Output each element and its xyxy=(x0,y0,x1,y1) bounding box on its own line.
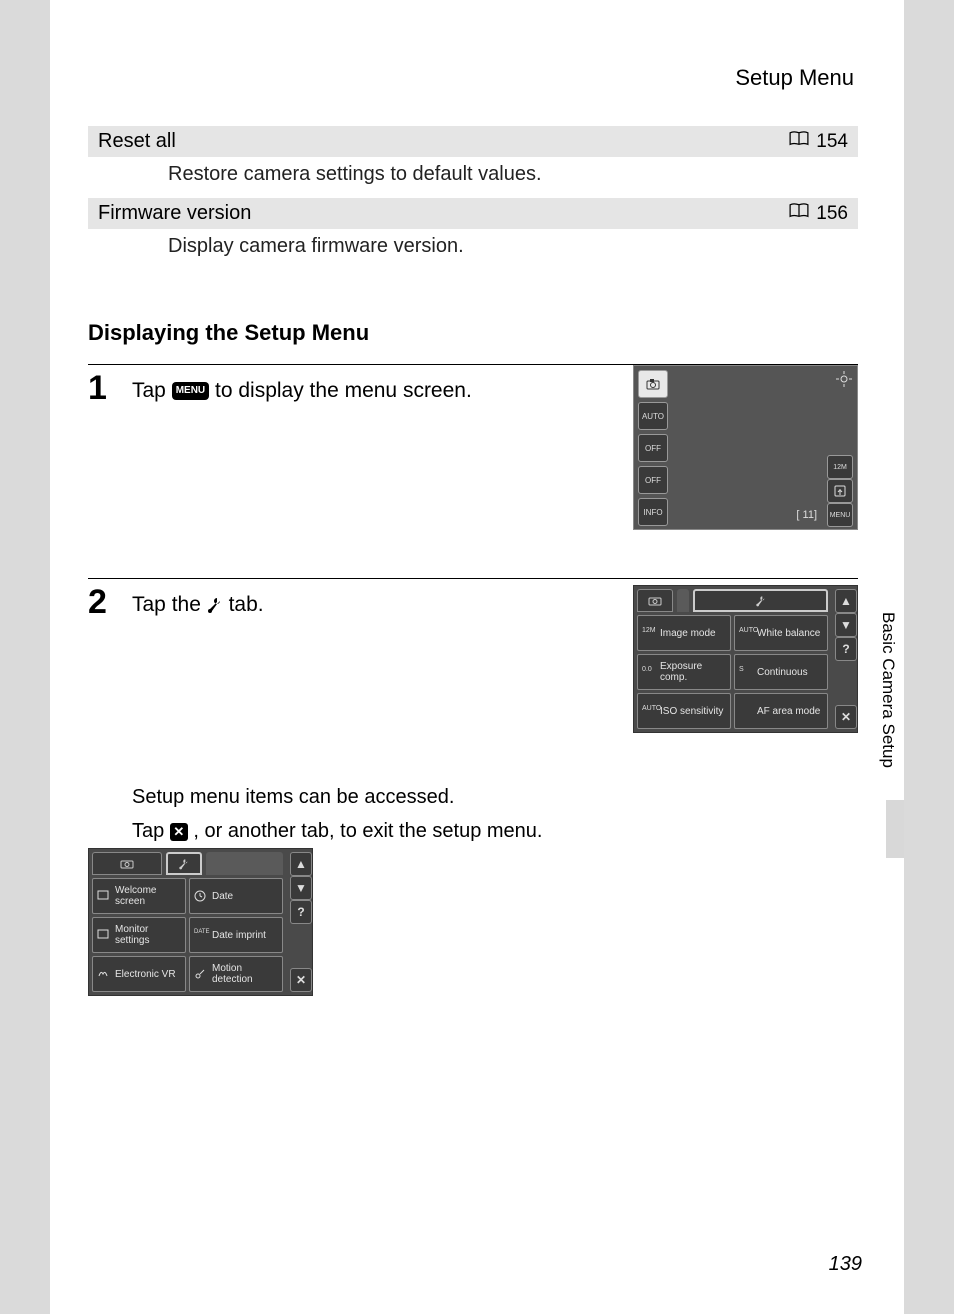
menu-item: Welcome screen xyxy=(92,878,186,914)
text: Tap the xyxy=(132,593,207,616)
info-icon: INFO xyxy=(638,498,668,526)
tab-setup xyxy=(166,852,202,875)
book-icon xyxy=(788,203,810,225)
icon: AUTO xyxy=(642,705,656,717)
side-tab-marker xyxy=(886,800,904,858)
help-button: ? xyxy=(835,637,857,661)
menu-icon: MENU xyxy=(172,382,209,400)
tab-spacer xyxy=(206,852,283,875)
menu-item: AUTO White balance xyxy=(734,615,828,651)
label: AF area mode xyxy=(757,706,820,717)
scroll-down-button: ▼ xyxy=(835,613,857,637)
label: Welcome screen xyxy=(115,885,181,907)
setting-row-reset: Reset all 154 xyxy=(88,126,858,157)
step-text: Tap the tab. xyxy=(132,585,617,621)
size-icon: 12M xyxy=(827,455,853,479)
label: Image mode xyxy=(660,628,716,639)
side-tab-label: Basic Camera Setup xyxy=(878,612,898,768)
setting-desc: Restore camera settings to default value… xyxy=(88,157,858,198)
menu-item: AF area mode xyxy=(734,693,828,729)
menu-item: Electronic VR xyxy=(92,956,186,992)
touch-icon xyxy=(827,479,853,503)
text: Setup menu items can be accessed. xyxy=(132,780,858,814)
label: Exposure comp. xyxy=(660,661,726,683)
menu-item: S Continuous xyxy=(734,654,828,690)
step-2: 2 Tap the tab. xyxy=(88,578,858,768)
tab-camera xyxy=(637,589,673,612)
menu-item: 0.0 Exposure comp. xyxy=(637,654,731,690)
label: Date imprint xyxy=(212,930,266,941)
scroll-down-button: ▼ xyxy=(290,876,312,900)
icon xyxy=(97,890,111,902)
camera-mode-icon xyxy=(638,370,668,398)
label: Electronic VR xyxy=(115,969,176,980)
off-icon: OFF xyxy=(638,434,668,462)
close-button: ✕ xyxy=(835,705,857,729)
icon: 0.0 xyxy=(642,666,656,678)
scroll-up-button: ▲ xyxy=(290,852,312,876)
wrench-icon xyxy=(207,596,223,614)
icon: DATE xyxy=(194,929,208,941)
menu-item: AUTO ISO sensitivity xyxy=(637,693,731,729)
text: Tap xyxy=(132,820,170,842)
gear-icon xyxy=(835,370,853,388)
label: Motion detection xyxy=(212,963,278,985)
section-heading: Displaying the Setup Menu xyxy=(88,320,858,346)
frame-counter: [ 11] xyxy=(796,509,817,521)
label: ISO sensitivity xyxy=(660,706,723,717)
help-button: ? xyxy=(290,900,312,924)
label: Date xyxy=(212,891,233,902)
setting-name: Reset all xyxy=(98,130,176,153)
label: Continuous xyxy=(757,667,808,678)
menu-item: 12M Image mode xyxy=(637,615,731,651)
icon xyxy=(97,968,111,980)
book-icon xyxy=(788,131,810,153)
setting-name: Firmware version xyxy=(98,202,251,225)
icon: AUTO xyxy=(739,627,753,639)
close-icon: ✕ xyxy=(170,823,188,841)
text: Tap xyxy=(132,379,172,402)
menu-screen-illustration-2: Welcome screen Date Monitor settings DAT… xyxy=(88,848,313,996)
text: to display the menu screen. xyxy=(215,379,472,402)
setting-desc: Display camera firmware version. xyxy=(88,229,858,270)
page-ref: 154 xyxy=(816,131,848,153)
icon xyxy=(194,968,208,980)
icon xyxy=(97,929,111,941)
icon: 12M xyxy=(642,627,656,639)
text: , or another tab, to exit the setup menu… xyxy=(193,820,542,842)
close-button: ✕ xyxy=(290,968,312,992)
text: Tap ✕ , or another tab, to exit the setu… xyxy=(132,814,858,848)
step-1: 1 Tap MENU to display the menu screen. A… xyxy=(88,364,858,564)
menu-screen-illustration-1: 12M Image mode AUTO White balance 0.0 Expos… xyxy=(633,585,858,733)
menu-item: Monitor settings xyxy=(92,917,186,953)
page-number: 139 xyxy=(829,1253,862,1276)
menu-button: MENU xyxy=(827,503,853,527)
tab-camera xyxy=(92,852,162,875)
step-2-extra: Setup menu items can be accessed. Tap ✕ … xyxy=(88,768,858,848)
menu-item: DATE Date imprint xyxy=(189,917,283,953)
menu-item: Date xyxy=(189,878,283,914)
text: tab. xyxy=(229,593,264,616)
tab-spacer xyxy=(677,589,689,612)
menu-item: Motion detection xyxy=(189,956,283,992)
tab-setup xyxy=(693,589,828,612)
label: Monitor settings xyxy=(115,924,181,946)
icon: S xyxy=(739,666,753,678)
label: White balance xyxy=(757,628,820,639)
header-title: Setup Menu xyxy=(735,65,854,91)
camera-screen-illustration: AUTO OFF OFF INFO 12M MENU [ 11 xyxy=(633,365,858,530)
icon xyxy=(194,890,208,902)
auto-icon: AUTO xyxy=(638,402,668,430)
step-number: 1 xyxy=(88,371,116,405)
icon xyxy=(739,705,753,717)
step-number: 2 xyxy=(88,585,116,619)
scroll-up-button: ▲ xyxy=(835,589,857,613)
off-icon: OFF xyxy=(638,466,668,494)
page-ref: 156 xyxy=(816,203,848,225)
setting-row-firmware: Firmware version 156 xyxy=(88,198,858,229)
